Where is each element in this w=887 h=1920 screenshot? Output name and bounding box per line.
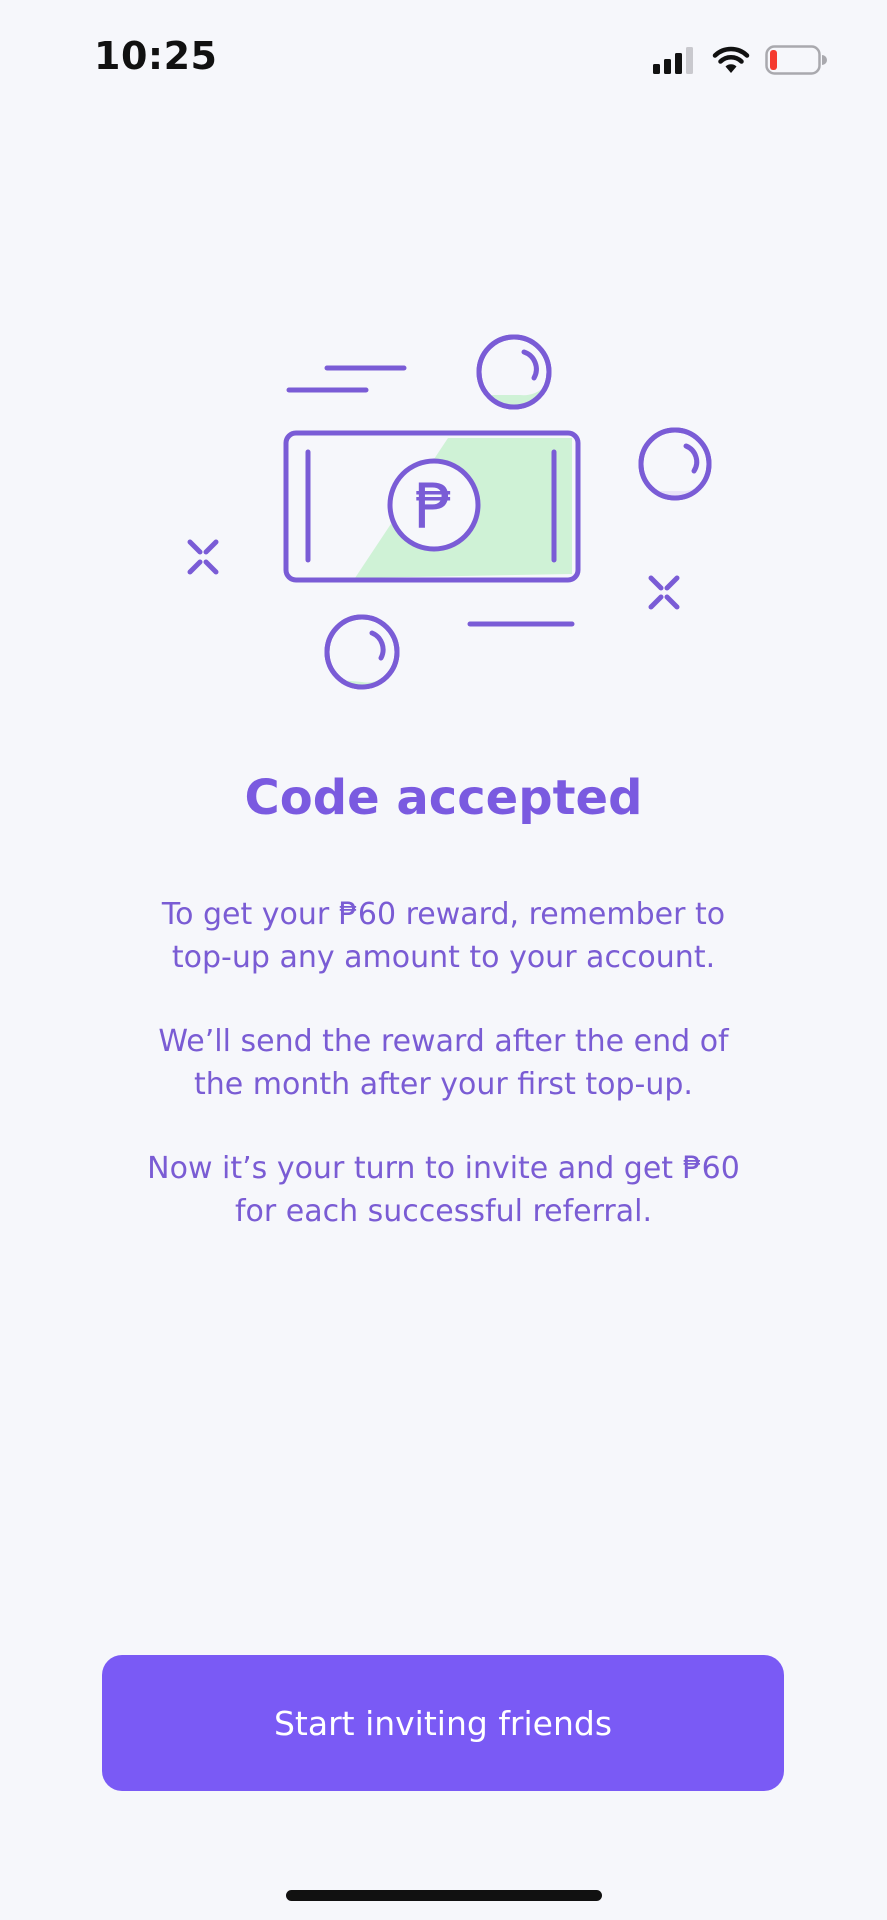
battery-low-icon — [765, 45, 827, 75]
text-line: the month after your first top-up. — [194, 1067, 693, 1102]
start-inviting-friends-button[interactable]: Start inviting friends — [102, 1655, 784, 1791]
text-line: We’ll send the reward after the end of — [158, 1024, 729, 1059]
status-time: 10:25 — [94, 34, 218, 78]
text-line: To get your ₱60 reward, remember to — [161, 897, 726, 932]
referral-invite-text: Now it’s your turn to invite and get ₱60… — [60, 1147, 827, 1233]
banknote-illustration: ₱ — [150, 300, 750, 720]
banknote-peso-icon: ₱ — [187, 334, 712, 690]
cellular-signal-icon — [653, 47, 693, 74]
home-indicator[interactable] — [286, 1890, 602, 1901]
page-title: Code accepted — [244, 770, 643, 826]
wifi-icon — [712, 46, 750, 73]
text-line: Now it’s your turn to invite and get ₱60 — [147, 1151, 740, 1186]
text-line: for each successful referral. — [234, 1194, 652, 1229]
reward-timing-text: We’ll send the reward after the end of t… — [60, 1020, 827, 1106]
coin-bottom — [324, 614, 400, 690]
status-bar: 10:25 — [0, 0, 887, 120]
status-icons — [653, 40, 827, 80]
text-line: top-up any amount to your account. — [171, 940, 716, 975]
peso-symbol: ₱ — [414, 470, 453, 543]
reward-instructions-text: To get your ₱60 reward, remember to top-… — [60, 893, 827, 979]
coin-right — [638, 427, 712, 501]
coin-top — [476, 334, 552, 410]
